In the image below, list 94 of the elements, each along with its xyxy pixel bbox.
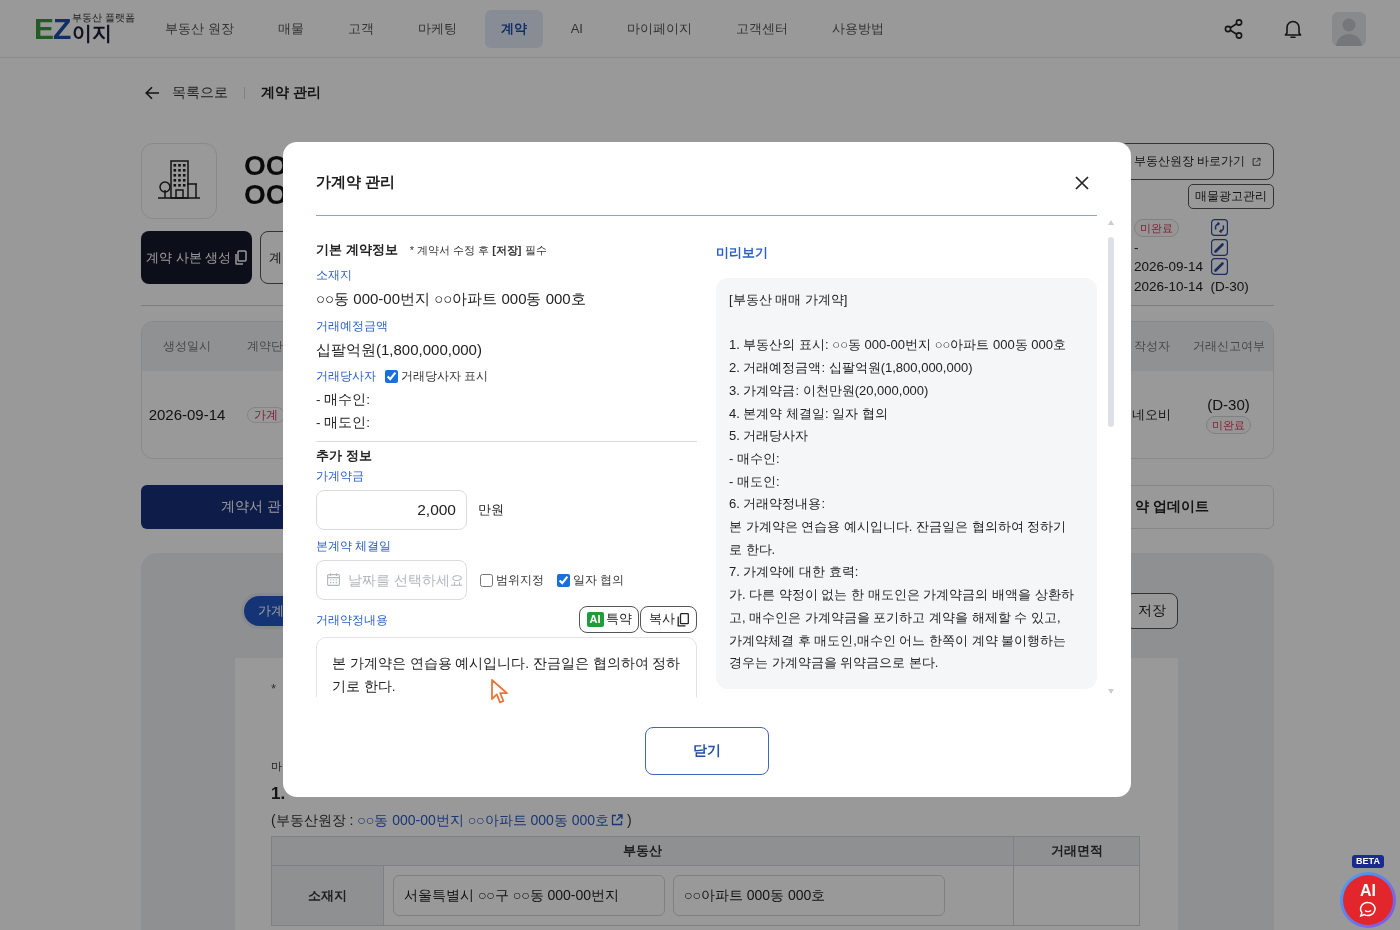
column-header: 생성일시 — [162, 338, 212, 355]
unit-label: 만원 — [478, 501, 504, 519]
field-label: 거래당사자 — [316, 368, 376, 385]
column-header: 작성자 — [1132, 338, 1171, 355]
status-value: 2026-09-14 — [1134, 259, 1204, 275]
nav-tab[interactable]: 마케팅 — [401, 9, 473, 48]
ai-tag: AI — [586, 612, 604, 627]
preview-line: 1. 부동산의 표시: ○○동 000-00번지 ○○아파트 000동 000호 — [729, 336, 1066, 355]
back-arrow-icon — [145, 86, 160, 100]
status-value: - — [1134, 239, 1139, 255]
save-note: * 계약서 수정 후 [저장] 필수 — [409, 242, 547, 258]
external-link-icon — [1252, 155, 1261, 168]
ledger-reference: (부동산원장 : ○○동 000-00번지 ○○아파트 000동 000호 ) — [271, 810, 632, 830]
pencil-icon[interactable] — [1211, 258, 1228, 276]
field-label: 가계약금 — [316, 468, 364, 485]
date-field[interactable]: 날짜를 선택하세요 — [316, 560, 467, 600]
nav-tab[interactable]: 부동산 원장 — [149, 9, 250, 48]
nav-tab[interactable]: 매물 — [261, 9, 320, 48]
status-value: 2026-10-14 (D-30) — [1134, 278, 1249, 294]
field-label: 본계약 체결일 — [316, 538, 392, 555]
close-icon[interactable] — [1075, 176, 1089, 190]
show-parties-checkbox[interactable] — [385, 369, 398, 383]
nav-tab[interactable]: 마이페이지 — [610, 9, 708, 48]
logo-mark[interactable]: EZ — [34, 14, 71, 44]
preview-line: 3. 가계약금: 이천만원(20,000,000) — [729, 381, 929, 400]
ai-clause-button[interactable]: AI 특약 — [579, 606, 639, 633]
notification-bell-icon[interactable] — [1284, 18, 1302, 39]
external-link-icon — [611, 814, 624, 826]
nav-tab[interactable]: AI — [554, 9, 599, 48]
logo-tagline: 부동산 플랫폼 — [72, 13, 136, 23]
field-label: 소재지 — [316, 267, 352, 284]
column-header: 거래면적 — [1014, 837, 1140, 866]
share-icon[interactable] — [1224, 18, 1243, 39]
nav-tab[interactable]: 사용방법 — [815, 9, 900, 48]
column-header: 거래신고여부 — [1191, 338, 1266, 355]
listing-ad-button[interactable]: 매물광고관리 — [1188, 184, 1274, 209]
sync-icon[interactable] — [1211, 219, 1228, 237]
preview-line: 가. 다른 약정이 없는 한 매도인은 가계약금의 배액을 상환하고, 매수인은 가계약금을 포기하고 계약을 해제할 수 있고, 가계약체결 후 매도인,매수인 어느 한쪽이 계약 불이행하는 경우는 가계약금을 위약금으로 본다. — [729, 586, 1075, 673]
nav-tab[interactable]: 고객센터 — [719, 9, 804, 48]
field-label: 거래약정내용 — [316, 611, 388, 629]
pencil-icon[interactable] — [1211, 238, 1228, 256]
preview-title: [부동산 매매 가계약] — [729, 291, 848, 309]
party-line: - 매도인: — [316, 414, 370, 432]
field-value: ○○동 000-00번지 ○○아파트 000동 000호 — [316, 289, 586, 309]
document-note: * — [271, 680, 277, 698]
mouse-cursor-icon — [490, 678, 509, 705]
copy-icon — [234, 250, 248, 265]
nav-tab[interactable]: 고객 — [331, 9, 390, 48]
checkbox-label: 거래당사자 표시 — [401, 368, 489, 384]
preview-line: 5. 거래당사자 — [729, 427, 809, 446]
checkbox-label: 범위지정 — [496, 572, 544, 588]
section-heading: 1. — [271, 783, 286, 805]
checkbox-label: 일자 협의 — [573, 572, 625, 588]
column-header: 부동산 — [272, 837, 1014, 866]
preview-line: 본 가계약은 연습용 예시입니다. 잔금일은 협의하여 정하기로 한다. — [729, 518, 1068, 559]
document-text: 마 — [271, 759, 282, 774]
beta-badge: BETA — [1352, 855, 1384, 868]
party-line: - 매수인: — [316, 391, 370, 409]
preview-line: - 매수인: — [729, 449, 780, 468]
deposit-field[interactable]: 2,000 — [316, 490, 467, 530]
back-link[interactable]: 목록으로 — [145, 84, 228, 102]
logo-name[interactable]: 이지 — [72, 23, 136, 44]
copy-contract-button[interactable]: 계약 사본 생성 — [141, 231, 253, 284]
nav-tab[interactable]: 계약 — [484, 9, 543, 48]
copy-button[interactable]: 복사 — [640, 606, 697, 633]
copy-icon — [676, 612, 689, 627]
column-header: 계약단 — [246, 338, 284, 355]
section-title: 기본 계약정보 — [316, 241, 398, 259]
address-field[interactable]: ○○아파트 000동 000호 — [673, 875, 945, 916]
status-badge: 미완료 — [1206, 415, 1251, 434]
calendar-icon — [327, 573, 340, 586]
table-cell-text: 2026-09-14 — [147, 406, 227, 423]
preview-label: 미리보기 — [716, 244, 768, 262]
preview-line: 7. 가계약에 대한 효력: — [729, 563, 859, 582]
table-cell: (D-30) — [1207, 395, 1250, 413]
close-button[interactable]: 닫기 — [645, 727, 769, 775]
preview-line: - 매도인: — [729, 472, 780, 491]
ledger-address-link[interactable]: ○○동 000-00번지 ○○아파트 000동 000호 — [357, 810, 624, 830]
section-title: 추가 정보 — [316, 447, 372, 465]
preview-line: 2. 거래예정금액: 십팔억원(1,800,000,000) — [729, 359, 973, 378]
status-badge: 미완료 — [1134, 218, 1179, 237]
date-option-checkbox[interactable] — [557, 573, 570, 587]
address-field[interactable]: 서울특별시 ○○구 ○○동 000-00번지 — [393, 875, 665, 916]
dialog-title: 가계약 관리 — [316, 172, 396, 192]
page-title: 계약 관리 — [261, 84, 321, 102]
field-value: 십팔억원(1,800,000,000) — [316, 340, 482, 360]
row-header: 소재지 — [272, 866, 384, 926]
terms-field[interactable]: 본 가계약은 연습용 예시입니다. 잔금일은 협의하여 정하기로 한다. — [316, 637, 697, 697]
date-option-checkbox[interactable] — [480, 573, 493, 587]
table-cell-text: 네오비 — [1131, 405, 1172, 424]
field-label: 거래예정금액 — [316, 318, 388, 335]
preview-line: 6. 거래약정내용: — [729, 495, 826, 514]
chat-icon — [1359, 900, 1377, 918]
preview-line: 4. 본계약 체결일: 일자 협의 — [729, 404, 888, 423]
